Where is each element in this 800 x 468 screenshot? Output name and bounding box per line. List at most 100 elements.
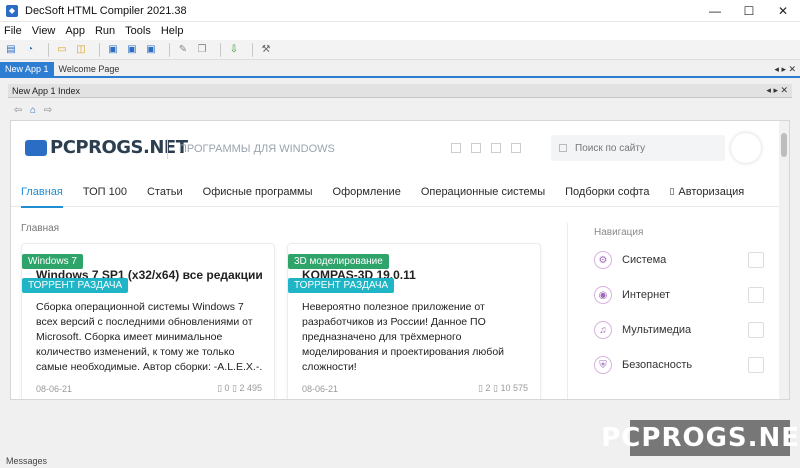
card-stats: ▯ 0 ▯ 2 495 [217, 383, 262, 393]
sidebar-item-multimedia[interactable]: ♫ Мультимедиа [594, 315, 764, 345]
new-icon[interactable]: ▤ [4, 43, 18, 57]
toolbar-separator [220, 42, 221, 57]
category-badge[interactable]: Windows 7 [22, 254, 83, 269]
open-icon[interactable]: ◔ [23, 43, 37, 57]
sidebar-item-system[interactable]: ⚙ Система [594, 245, 764, 275]
browser-nav: ⇦ ⌂ ⇨ [12, 102, 57, 118]
scrollbar[interactable] [779, 121, 789, 399]
nav-item-top100[interactable]: ТОП 100 [73, 177, 137, 207]
site-tagline: ПРОГРАММЫ ДЛЯ WINDOWS [179, 143, 335, 155]
nav-item-login-label: Авторизация [678, 185, 745, 198]
explorer-icon[interactable]: ◫ [74, 43, 88, 57]
preview-browser: PCPROGS.NET ПРОГРАММЫ ДЛЯ WINDOWS Поиск … [10, 120, 790, 400]
sidebar-title: Навигация [594, 227, 644, 238]
download-icon[interactable]: ⇩ [227, 43, 241, 57]
toolbar-separator [48, 42, 49, 57]
nav-item-design[interactable]: Оформление [323, 177, 411, 207]
copy-icon[interactable]: ❐ [195, 43, 209, 57]
breadcrumb[interactable]: Главная [21, 223, 59, 234]
save-icon[interactable]: ▣ [106, 43, 120, 57]
document-tabs: New App 1 Welcome Page ◂ ▸ ✕ [0, 62, 800, 78]
subtab-nav-arrows[interactable]: ◂ ▸ ✕ [766, 85, 788, 96]
nav-item-collections[interactable]: Подборки софта [555, 177, 659, 207]
edit-icon[interactable]: ✎ [176, 43, 190, 57]
tab-nav-arrows[interactable]: ◂ ▸ ✕ [774, 64, 796, 75]
article-card[interactable]: 3D моделирование KOMPAS-3D 19.0.11 ТОРРЕ… [287, 243, 541, 399]
site-nav: Главная ТОП 100 Статьи Офисные программы… [11, 177, 781, 208]
menu-help[interactable]: Help [161, 25, 184, 37]
header-divider [167, 139, 168, 159]
nav-item-articles[interactable]: Статьи [137, 177, 193, 207]
toolbar-separator [169, 42, 170, 57]
toolbar-separator [99, 42, 100, 57]
nav-item-office[interactable]: Офисные программы [193, 177, 323, 207]
expand-icon[interactable] [748, 357, 764, 373]
category-badge[interactable]: 3D моделирование [288, 254, 389, 269]
open-folder-icon[interactable]: ▭ [55, 43, 69, 57]
header-icons [451, 143, 531, 153]
site-search[interactable]: Поиск по сайту [551, 135, 725, 161]
gear-icon: ⚙ [594, 251, 612, 269]
sidebar-item-internet[interactable]: ◉ Интернет [594, 280, 764, 310]
torrent-badge: ТОРРЕНТ РАЗДАЧА [22, 278, 129, 293]
close-button[interactable]: ✕ [766, 0, 800, 22]
card-description: Невероятно полезное приложение от разраб… [302, 301, 505, 373]
sidebar-item-label: Мультимедиа [622, 324, 692, 336]
search-input[interactable]: Поиск по сайту [575, 143, 645, 154]
avatar[interactable] [731, 133, 761, 163]
menu-view[interactable]: View [32, 25, 56, 37]
save-as-icon[interactable]: ▣ [125, 43, 139, 57]
header-link-icon[interactable] [511, 143, 521, 153]
globe-icon: ◉ [594, 286, 612, 304]
toolbar-separator [252, 42, 253, 57]
menu-app[interactable]: App [65, 25, 85, 37]
sidebar-item-label: Безопасность [622, 359, 693, 371]
card-date: 08-06-21 [36, 384, 73, 394]
sidebar-item-label: Интернет [622, 289, 670, 301]
search-icon [559, 144, 567, 152]
card-date: 08-06-21 [302, 384, 339, 394]
expand-icon[interactable] [748, 287, 764, 303]
messages-tab[interactable]: Messages [6, 456, 47, 466]
home-icon[interactable]: ⌂ [27, 104, 39, 116]
expand-icon[interactable] [748, 252, 764, 268]
torrent-badge: ТОРРЕНТ РАЗДАЧА [288, 278, 395, 293]
back-arrow-icon[interactable]: ⇦ [12, 104, 24, 116]
tab-new-app-1[interactable]: New App 1 [0, 62, 54, 76]
settings-icon[interactable]: ⚒ [259, 43, 273, 57]
expand-icon[interactable] [748, 322, 764, 338]
music-icon: ♫ [594, 321, 612, 339]
app-icon: ◆ [6, 4, 18, 17]
header-link-icon[interactable] [451, 143, 461, 153]
menu-run[interactable]: Run [95, 25, 115, 37]
scrollbar-thumb[interactable] [781, 133, 787, 157]
tab-welcome-page[interactable]: Welcome Page [54, 62, 125, 76]
card-stats: ▯ 2 ▯ 10 575 [478, 383, 528, 393]
logo-mark-icon [25, 139, 47, 156]
forward-arrow-icon[interactable]: ⇨ [42, 104, 54, 116]
card-description: Сборка операционной системы Windows 7 вс… [36, 301, 263, 373]
header-link-icon[interactable] [491, 143, 501, 153]
tab-new-app-1-index[interactable]: New App 1 Index [8, 86, 84, 96]
header-link-icon[interactable] [471, 143, 481, 153]
maximize-button[interactable]: ☐ [732, 0, 766, 22]
nav-item-os[interactable]: Операционные системы [411, 177, 555, 207]
title-bar: ◆ DecSoft HTML Compiler 2021.38 — ☐ ✕ [0, 0, 800, 22]
menu-tools[interactable]: Tools [125, 25, 151, 37]
navigation-sidebar: Навигация ⚙ Система ◉ Интернет ♫ Мультим… [567, 223, 781, 399]
minimize-button[interactable]: — [698, 0, 732, 22]
article-card[interactable]: Windows 7 Windows 7 SP1 (x32/x64) все ре… [21, 243, 275, 399]
sidebar-item-label: Система [622, 254, 667, 266]
nav-item-home[interactable]: Главная [11, 177, 73, 208]
toolbar: ▤ ◔ ▭ ◫ ▣ ▣ ▣ ✎ ❐ ⇩ ⚒ [0, 40, 800, 60]
nav-item-login[interactable]: ▯ Авторизация [659, 177, 754, 207]
menu-bar: File View App Run Tools Help [0, 22, 800, 40]
sidebar-item-security[interactable]: ⛨ Безопасность [594, 350, 764, 380]
window-title: DecSoft HTML Compiler 2021.38 [25, 4, 187, 17]
watermark: PCPROGS.NET [601, 420, 800, 456]
login-icon: ▯ [669, 186, 675, 196]
shield-icon: ⛨ [594, 356, 612, 374]
menu-file[interactable]: File [4, 25, 22, 37]
save-all-icon[interactable]: ▣ [144, 43, 158, 57]
site-logo[interactable]: PCPROGS.NET [25, 137, 188, 158]
